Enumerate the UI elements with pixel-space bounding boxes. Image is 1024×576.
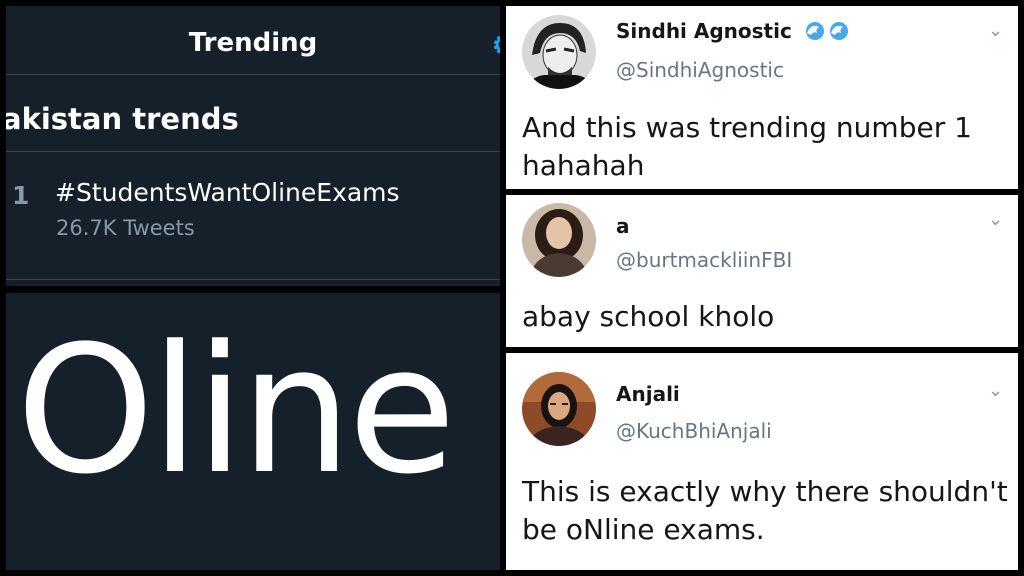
- display-name[interactable]: Anjali: [616, 382, 680, 406]
- display-name[interactable]: Sindhi Agnostic: [616, 19, 857, 46]
- avatar[interactable]: [522, 203, 596, 277]
- zoomed-word: Oline: [16, 308, 456, 513]
- tweet-text: abay school kholo: [522, 300, 775, 333]
- trend-rank: 1: [12, 181, 30, 210]
- avatar[interactable]: [522, 372, 596, 446]
- tweet-card[interactable]: a @burtmackliinFBI ⌄ abay school kholo: [506, 195, 1018, 347]
- trends-heading: akistan trends: [6, 102, 239, 136]
- zoomed-text-panel: Oline: [6, 293, 500, 570]
- divider: [6, 74, 500, 75]
- chevron-down-icon[interactable]: ⌄: [988, 380, 1003, 401]
- handle[interactable]: @KuchBhiAnjali: [616, 419, 772, 443]
- divider: [6, 151, 500, 152]
- tweet-card[interactable]: Anjali @KuchBhiAnjali ⌄ This is exactly …: [506, 353, 1018, 570]
- handle[interactable]: @SindhiAgnostic: [616, 58, 784, 82]
- divider: [6, 279, 500, 280]
- chevron-down-icon[interactable]: ⌄: [988, 209, 1003, 230]
- display-name-text: Sindhi Agnostic: [616, 19, 792, 43]
- trending-panel: Trending ⚙ akistan trends 1 #StudentsWan…: [6, 6, 500, 286]
- settings-icon[interactable]: ⚙: [492, 30, 500, 61]
- tweet-text: And this was trending number 1 hahahah: [522, 111, 972, 182]
- avatar[interactable]: [522, 15, 596, 89]
- wave-emoji-icon: [803, 19, 857, 46]
- chevron-down-icon[interactable]: ⌄: [988, 20, 1003, 41]
- trending-title: Trending: [188, 28, 318, 58]
- handle[interactable]: @burtmackliinFBI: [616, 248, 792, 272]
- trend-hashtag[interactable]: #StudentsWantOlineExams: [55, 178, 400, 207]
- trend-tweet-count: 26.7K Tweets: [56, 216, 195, 240]
- tweet-card[interactable]: Sindhi Agnostic @SindhiAgnostic ⌄ And th…: [506, 6, 1018, 189]
- tweet-text: This is exactly why there shouldn't be o…: [522, 475, 1008, 546]
- display-name[interactable]: a: [616, 214, 630, 238]
